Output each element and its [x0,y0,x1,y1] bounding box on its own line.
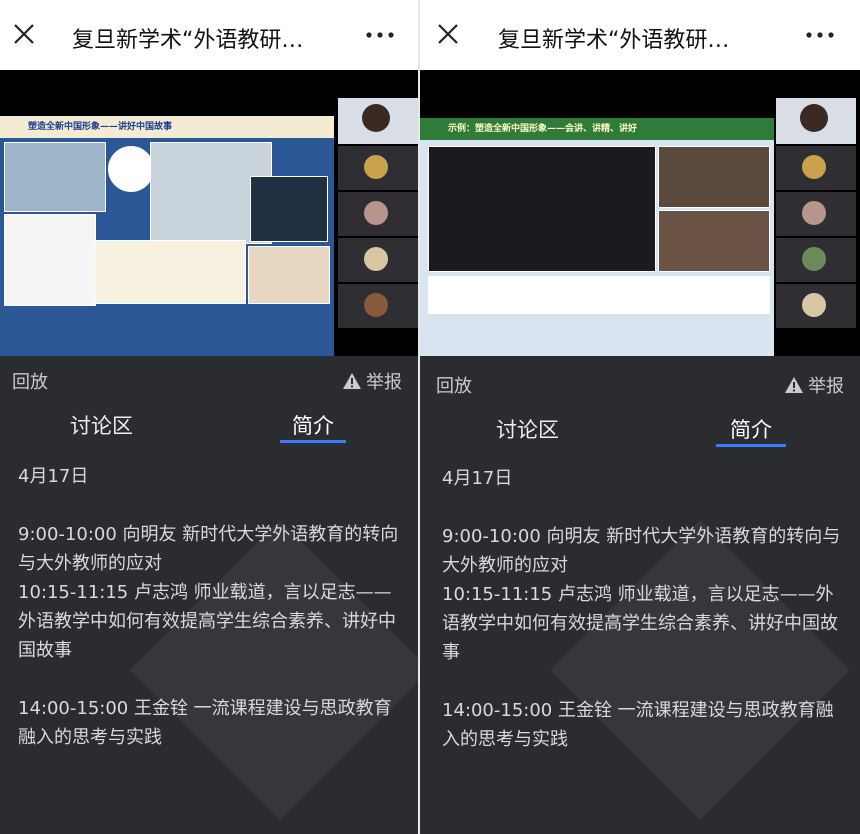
tab-discussion[interactable]: 讨论区 [496,414,559,444]
slide-image [4,142,106,212]
participant-tile[interactable] [776,146,856,190]
page-title: 复旦新学术“外语教研… [498,28,730,53]
participant-list [338,98,418,330]
more-icon[interactable] [366,32,394,38]
participant-tile[interactable] [338,146,418,190]
tab-discussion[interactable]: 讨论区 [70,410,133,440]
tab-bar: 讨论区 简介 [0,410,418,450]
participant-list [776,98,856,330]
avatar [800,104,828,132]
presentation-slide: 塑造全新中国形象——讲好中国故事 [0,116,334,356]
replay-label: 回放 [12,372,48,393]
avatar [364,247,388,271]
tab-intro[interactable]: 简介 [730,414,772,444]
video-player[interactable]: 塑造全新中国形象——讲好中国故事 [0,70,418,356]
slide-banner: 示例：塑造全新中国形象——会讲、讲精、讲好 [420,118,774,140]
avatar [364,155,388,179]
participant-tile[interactable] [776,192,856,236]
schedule-item: 10:15-11:15 卢志鸿 师业载道，言以足志——外语教学中如何有效提高学生… [18,582,396,661]
schedule-item: 9:00-10:00 向明友 新时代大学外语教育的转向与大外教师的应对 [18,524,399,574]
tab-bar: 讨论区 简介 [420,410,860,450]
avatar [364,293,388,317]
slide-video-clip [658,146,770,208]
participant-tile[interactable] [338,284,418,328]
slide-logo [108,146,154,192]
slide-video-clip [428,146,656,272]
slide-video-clip [658,210,770,272]
avatar [802,201,826,225]
right-screen: 复旦新学术“外语教研… 示例：塑造全新中国形象——会讲、讲精、讲好 回放 举报 … [420,0,860,834]
slide-comic [94,240,246,304]
active-tab-indicator [716,444,786,447]
close-icon[interactable] [12,22,36,46]
intro-content: 4月17日 9:00-10:00 向明友 新时代大学外语教育的转向与大外教师的应… [18,462,402,752]
warning-icon [785,377,803,393]
report-label: 举报 [366,372,402,393]
schedule-item: 14:00-15:00 王金铨 一流课程建设与思政教育融入的思考与实践 [18,698,392,748]
participant-tile[interactable] [776,238,856,282]
schedule-item: 9:00-10:00 向明友 新时代大学外语教育的转向与大外教师的应对 [442,526,841,576]
more-icon[interactable] [806,32,834,38]
participant-host[interactable] [338,98,418,144]
left-screen: 复旦新学术“外语教研… 塑造全新中国形象——讲好中国故事 回放 举报 讨论区 简… [0,0,418,834]
page-title: 复旦新学术“外语教研… [72,28,304,53]
intro-content: 4月17日 9:00-10:00 向明友 新时代大学外语教育的转向与大外教师的应… [442,464,846,754]
avatar [802,247,826,271]
avatar [802,293,826,317]
warning-icon [343,373,361,389]
slide-image [4,214,96,306]
slide-caption [428,276,770,314]
slide-image [250,176,328,242]
participant-tile[interactable] [338,238,418,282]
avatar [364,201,388,225]
top-bar: 复旦新学术“外语教研… [420,0,860,70]
schedule-item: 14:00-15:00 王金铨 一流课程建设与思政教育融入的思考与实践 [442,700,834,750]
event-date: 4月17日 [18,466,89,487]
participant-tile[interactable] [776,284,856,328]
top-bar: 复旦新学术“外语教研… [0,0,418,70]
presentation-slide: 示例：塑造全新中国形象——会讲、讲精、讲好 [420,118,774,356]
video-player[interactable]: 示例：塑造全新中国形象——会讲、讲精、讲好 [420,70,860,356]
participant-host[interactable] [776,98,856,144]
avatar [802,155,826,179]
slide-image [248,246,330,304]
replay-label: 回放 [436,376,472,397]
report-label: 举报 [808,376,844,397]
schedule-item: 10:15-11:15 卢志鸿 师业载道，言以足志——外语教学中如何有效提高学生… [442,584,838,663]
event-date: 4月17日 [442,468,513,489]
active-tab-indicator [280,440,346,443]
tab-intro[interactable]: 简介 [292,410,334,440]
participant-tile[interactable] [338,192,418,236]
report-button[interactable]: 举报 [784,372,844,398]
slide-banner: 塑造全新中国形象——讲好中国故事 [0,116,334,138]
close-icon[interactable] [436,22,460,46]
avatar [362,104,390,132]
report-button[interactable]: 举报 [342,368,402,394]
